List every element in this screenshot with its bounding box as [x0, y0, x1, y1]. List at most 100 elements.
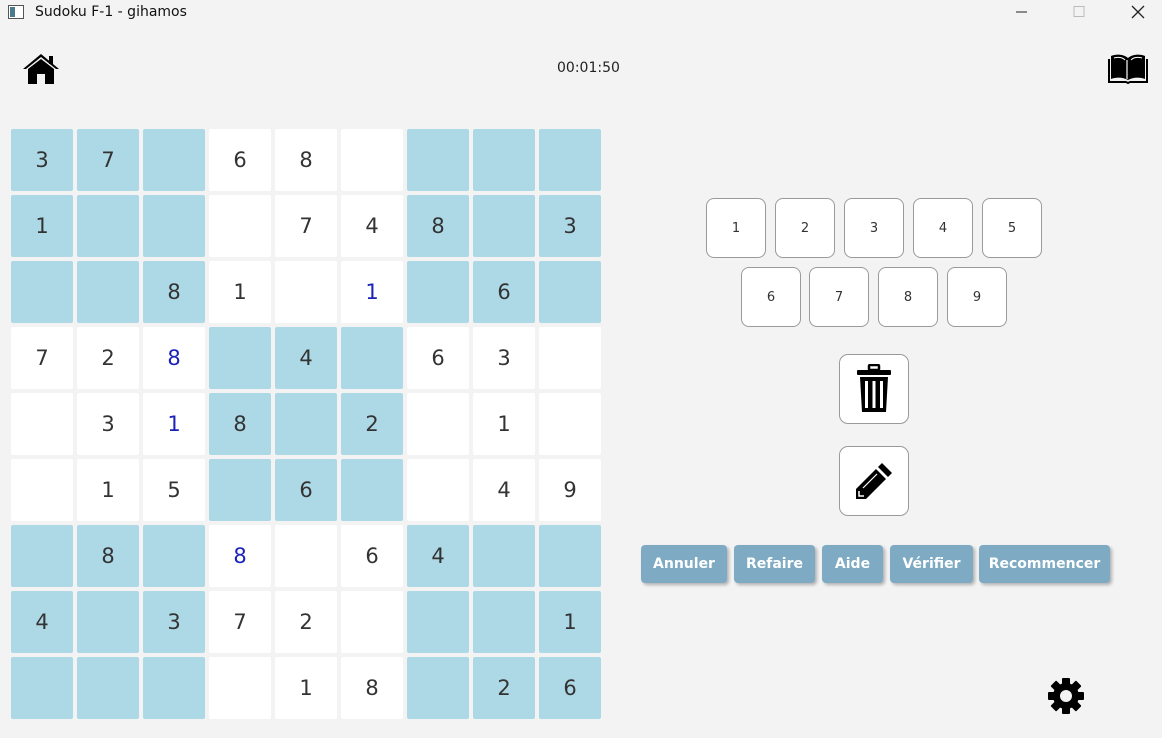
grid-cell-r6-c5[interactable]: 6 [275, 459, 337, 521]
grid-cell-r2-c7[interactable]: 8 [407, 195, 469, 257]
grid-cell-r8-c3[interactable]: 3 [143, 591, 205, 653]
maximize-icon[interactable] [1050, 0, 1108, 26]
grid-cell-r3-c3[interactable]: 8 [143, 261, 205, 323]
grid-cell-r1-c7[interactable] [407, 129, 469, 191]
restart-button[interactable]: Recommencer [979, 545, 1110, 583]
book-icon[interactable] [1108, 52, 1148, 84]
grid-cell-r3-c8[interactable]: 6 [473, 261, 535, 323]
grid-cell-r7-c3[interactable] [143, 525, 205, 587]
grid-cell-r4-c6[interactable] [341, 327, 403, 389]
grid-cell-r1-c2[interactable]: 7 [77, 129, 139, 191]
grid-cell-r2-c9[interactable]: 3 [539, 195, 601, 257]
grid-cell-r4-c9[interactable] [539, 327, 601, 389]
grid-cell-r5-c2[interactable]: 3 [77, 393, 139, 455]
grid-cell-r5-c8[interactable]: 1 [473, 393, 535, 455]
grid-cell-r2-c2[interactable] [77, 195, 139, 257]
grid-cell-r4-c2[interactable]: 2 [77, 327, 139, 389]
grid-cell-r5-c3[interactable]: 1 [143, 393, 205, 455]
notes-button[interactable] [839, 446, 909, 516]
digit-button-7[interactable]: 7 [809, 267, 869, 327]
redo-button[interactable]: Refaire [734, 545, 815, 583]
grid-cell-r1-c1[interactable]: 3 [11, 129, 73, 191]
gear-icon[interactable] [1047, 677, 1085, 715]
digit-button-2[interactable]: 2 [775, 198, 835, 258]
digit-button-5[interactable]: 5 [982, 198, 1042, 258]
digit-button-9[interactable]: 9 [947, 267, 1007, 327]
grid-cell-r3-c7[interactable] [407, 261, 469, 323]
grid-cell-r4-c4[interactable] [209, 327, 271, 389]
grid-cell-r5-c1[interactable] [11, 393, 73, 455]
grid-cell-r1-c5[interactable]: 8 [275, 129, 337, 191]
grid-cell-r8-c6[interactable] [341, 591, 403, 653]
grid-cell-r4-c5[interactable]: 4 [275, 327, 337, 389]
grid-cell-r9-c7[interactable] [407, 657, 469, 719]
close-icon[interactable] [1108, 0, 1162, 26]
grid-cell-r7-c9[interactable] [539, 525, 601, 587]
grid-cell-r4-c1[interactable]: 7 [11, 327, 73, 389]
grid-cell-r8-c1[interactable]: 4 [11, 591, 73, 653]
grid-cell-r7-c8[interactable] [473, 525, 535, 587]
grid-cell-r4-c3[interactable]: 8 [143, 327, 205, 389]
home-icon[interactable] [22, 52, 60, 86]
check-button[interactable]: Vérifier [890, 545, 973, 583]
grid-cell-r1-c4[interactable]: 6 [209, 129, 271, 191]
grid-cell-r1-c9[interactable] [539, 129, 601, 191]
grid-cell-r2-c4[interactable] [209, 195, 271, 257]
grid-cell-r9-c4[interactable] [209, 657, 271, 719]
grid-cell-r7-c7[interactable]: 4 [407, 525, 469, 587]
grid-cell-r8-c4[interactable]: 7 [209, 591, 271, 653]
grid-cell-r9-c3[interactable] [143, 657, 205, 719]
grid-cell-r8-c8[interactable] [473, 591, 535, 653]
grid-cell-r6-c1[interactable] [11, 459, 73, 521]
grid-cell-r8-c2[interactable] [77, 591, 139, 653]
grid-cell-r3-c5[interactable] [275, 261, 337, 323]
grid-cell-r6-c8[interactable]: 4 [473, 459, 535, 521]
digit-button-1[interactable]: 1 [706, 198, 766, 258]
grid-cell-r7-c6[interactable]: 6 [341, 525, 403, 587]
grid-cell-r5-c9[interactable] [539, 393, 601, 455]
grid-cell-r1-c3[interactable] [143, 129, 205, 191]
grid-cell-r3-c9[interactable] [539, 261, 601, 323]
grid-cell-r2-c5[interactable]: 7 [275, 195, 337, 257]
grid-cell-r8-c9[interactable]: 1 [539, 591, 601, 653]
grid-cell-r7-c2[interactable]: 8 [77, 525, 139, 587]
grid-cell-r3-c4[interactable]: 1 [209, 261, 271, 323]
grid-cell-r6-c7[interactable] [407, 459, 469, 521]
grid-cell-r6-c6[interactable] [341, 459, 403, 521]
grid-cell-r2-c3[interactable] [143, 195, 205, 257]
grid-cell-r3-c2[interactable] [77, 261, 139, 323]
grid-cell-r5-c5[interactable] [275, 393, 337, 455]
grid-cell-r5-c4[interactable]: 8 [209, 393, 271, 455]
grid-cell-r9-c9[interactable]: 6 [539, 657, 601, 719]
grid-cell-r6-c2[interactable]: 1 [77, 459, 139, 521]
delete-button[interactable] [839, 354, 909, 424]
grid-cell-r9-c2[interactable] [77, 657, 139, 719]
grid-cell-r4-c7[interactable]: 6 [407, 327, 469, 389]
grid-cell-r7-c4[interactable]: 8 [209, 525, 271, 587]
digit-button-3[interactable]: 3 [844, 198, 904, 258]
undo-button[interactable]: Annuler [641, 545, 727, 583]
grid-cell-r6-c3[interactable]: 5 [143, 459, 205, 521]
digit-button-6[interactable]: 6 [741, 267, 801, 327]
grid-cell-r2-c1[interactable]: 1 [11, 195, 73, 257]
grid-cell-r9-c8[interactable]: 2 [473, 657, 535, 719]
grid-cell-r9-c5[interactable]: 1 [275, 657, 337, 719]
digit-button-8[interactable]: 8 [878, 267, 938, 327]
grid-cell-r4-c8[interactable]: 3 [473, 327, 535, 389]
grid-cell-r7-c1[interactable] [11, 525, 73, 587]
grid-cell-r6-c4[interactable] [209, 459, 271, 521]
grid-cell-r9-c1[interactable] [11, 657, 73, 719]
grid-cell-r7-c5[interactable] [275, 525, 337, 587]
grid-cell-r3-c1[interactable] [11, 261, 73, 323]
grid-cell-r9-c6[interactable]: 8 [341, 657, 403, 719]
grid-cell-r5-c6[interactable]: 2 [341, 393, 403, 455]
help-button[interactable]: Aide [822, 545, 883, 583]
digit-button-4[interactable]: 4 [913, 198, 973, 258]
grid-cell-r2-c6[interactable]: 4 [341, 195, 403, 257]
grid-cell-r1-c8[interactable] [473, 129, 535, 191]
grid-cell-r6-c9[interactable]: 9 [539, 459, 601, 521]
grid-cell-r5-c7[interactable] [407, 393, 469, 455]
grid-cell-r2-c8[interactable] [473, 195, 535, 257]
minimize-icon[interactable] [992, 0, 1050, 26]
grid-cell-r8-c7[interactable] [407, 591, 469, 653]
